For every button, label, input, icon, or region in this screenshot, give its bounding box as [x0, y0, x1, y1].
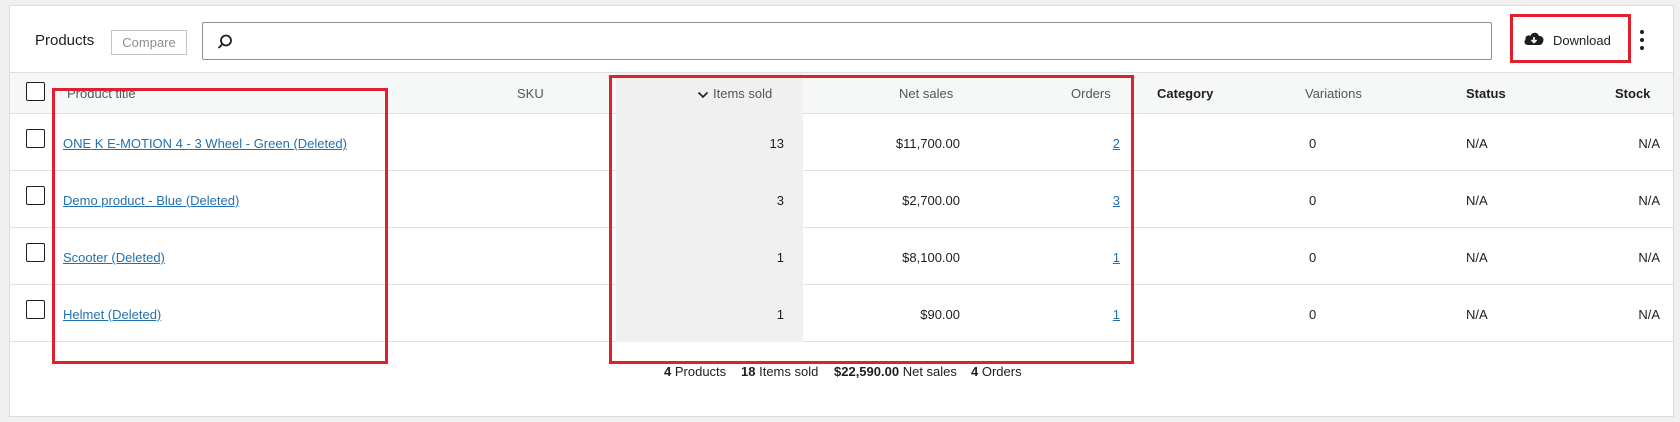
col-header-product-title[interactable]: Product title	[67, 86, 136, 101]
search-icon	[217, 34, 232, 49]
summary-items-sold-count: 18	[741, 364, 756, 379]
products-report-card: Products Compare Download Product title …	[9, 5, 1674, 417]
status-cell: N/A	[1466, 193, 1488, 208]
search-input[interactable]	[243, 29, 1483, 53]
status-cell: N/A	[1466, 307, 1488, 322]
variations-cell: 0	[1309, 250, 1317, 265]
col-header-status[interactable]: Status	[1466, 86, 1506, 101]
product-title-link[interactable]: ONE K E-MOTION 4 - 3 Wheel - Green (Dele…	[63, 136, 347, 151]
product-title-link[interactable]: Helmet (Deleted)	[63, 307, 161, 322]
col-header-orders[interactable]: Orders	[1071, 86, 1111, 101]
col-header-category[interactable]: Category	[1157, 86, 1213, 101]
more-options-button[interactable]	[1637, 28, 1647, 54]
more-vertical-icon	[1637, 30, 1647, 50]
table-row: Demo product - Blue (Deleted) 3 $2,700.0…	[10, 171, 1673, 228]
row-checkbox[interactable]	[26, 300, 45, 319]
compare-button[interactable]: Compare	[111, 30, 187, 55]
net-sales-cell: $8,100.00	[902, 250, 960, 265]
summary-net-sales-label: Net sales	[902, 364, 957, 379]
col-header-sku[interactable]: SKU	[517, 86, 544, 101]
row-checkbox[interactable]	[26, 129, 45, 148]
net-sales-cell: $2,700.00	[902, 193, 960, 208]
variations-cell: 0	[1309, 307, 1317, 322]
row-checkbox[interactable]	[26, 186, 45, 205]
status-cell: N/A	[1466, 136, 1488, 151]
table-row: Scooter (Deleted) 1 $8,100.00 1 0 N/A N/…	[10, 228, 1673, 285]
col-header-items-sold-label: Items sold	[713, 86, 773, 101]
table-row: Helmet (Deleted) 1 $90.00 1 0 N/A N/A	[10, 285, 1673, 342]
summary-products: 4 Products	[664, 364, 726, 379]
stock-cell: N/A	[1638, 250, 1660, 265]
col-header-variations[interactable]: Variations	[1305, 86, 1362, 101]
orders-link[interactable]: 1	[1070, 250, 1120, 265]
products-table: Product title SKU Items sold Net sales O…	[10, 72, 1673, 342]
net-sales-cell: $90.00	[920, 307, 960, 322]
orders-link[interactable]: 2	[1070, 136, 1120, 151]
table-header-bar: Products Compare Download	[10, 6, 1673, 76]
col-header-stock[interactable]: Stock	[1615, 86, 1650, 101]
select-all-checkbox[interactable]	[26, 82, 45, 101]
net-sales-cell: $11,700.00	[895, 136, 960, 151]
cloud-download-icon	[1524, 32, 1544, 45]
items-sold-cell: 1	[776, 250, 784, 265]
items-sold-cell: 3	[776, 193, 784, 208]
summary-orders-count: 4	[971, 364, 979, 379]
orders-link[interactable]: 3	[1070, 193, 1120, 208]
summary-net-sales: $22,590.00 Net sales	[834, 364, 957, 379]
search-box[interactable]	[202, 22, 1492, 60]
table-summary: 4 Products 18 Items sold $22,590.00 Net …	[10, 346, 1673, 396]
stock-cell: N/A	[1638, 193, 1660, 208]
summary-orders: 4 Orders	[971, 364, 1022, 379]
table-head: Product title SKU Items sold Net sales O…	[10, 73, 1673, 114]
status-cell: N/A	[1466, 250, 1488, 265]
stock-cell: N/A	[1638, 136, 1660, 151]
page-title: Products	[35, 32, 95, 49]
product-title-link[interactable]: Demo product - Blue (Deleted)	[63, 193, 239, 208]
orders-link[interactable]: 1	[1070, 307, 1120, 322]
items-sold-cell: 1	[776, 307, 784, 322]
summary-orders-label: Orders	[981, 364, 1022, 379]
stock-cell: N/A	[1638, 307, 1660, 322]
summary-items-sold-label: Items sold	[759, 364, 819, 379]
table-row: ONE K E-MOTION 4 - 3 Wheel - Green (Dele…	[10, 114, 1673, 171]
summary-net-sales-value: $22,590.00	[834, 364, 900, 379]
summary-products-count: 4	[664, 364, 672, 379]
variations-cell: 0	[1309, 193, 1317, 208]
download-label: Download	[1553, 33, 1611, 48]
col-header-net-sales[interactable]: Net sales	[899, 86, 953, 101]
product-title-link[interactable]: Scooter (Deleted)	[63, 250, 165, 265]
items-sold-cell: 13	[769, 136, 784, 151]
chevron-down-icon	[697, 91, 709, 98]
col-header-items-sold[interactable]: Items sold	[697, 86, 772, 101]
row-checkbox[interactable]	[26, 243, 45, 262]
variations-cell: 0	[1309, 136, 1317, 151]
summary-products-label: Products	[674, 364, 727, 379]
download-button[interactable]: Download	[1510, 14, 1631, 63]
summary-items-sold: 18 Items sold	[741, 364, 818, 379]
